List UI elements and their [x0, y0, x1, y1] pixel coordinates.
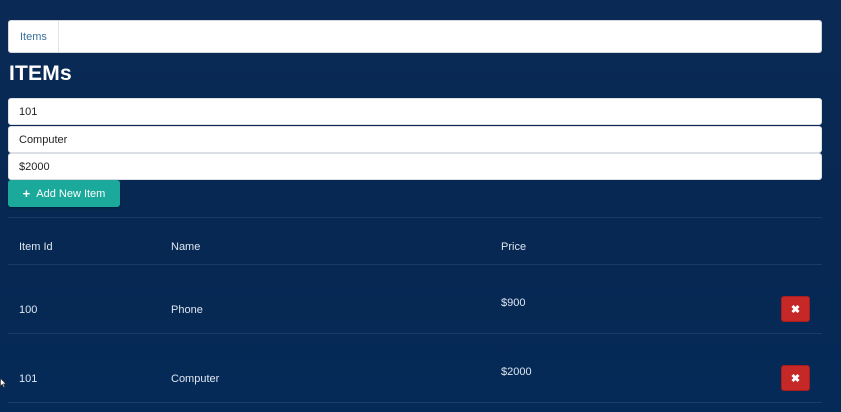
header-item-id: Item Id — [19, 241, 53, 253]
item-price-input[interactable] — [8, 153, 822, 180]
item-id-input[interactable] — [8, 98, 822, 125]
delete-button[interactable]: ✖ — [781, 365, 810, 391]
page-title: ITEMs — [9, 62, 72, 85]
row-name: Phone — [171, 304, 203, 316]
close-icon: ✖ — [790, 303, 801, 316]
row-price: $900 — [501, 297, 526, 309]
close-icon: ✖ — [790, 372, 801, 385]
header-price: Price — [501, 241, 527, 253]
row-item-id: 101 — [19, 373, 38, 385]
row-price: $2000 — [501, 366, 532, 378]
item-name-input[interactable] — [8, 126, 822, 153]
mouse-cursor-icon — [0, 378, 7, 388]
breadcrumb: Items — [8, 20, 822, 53]
add-new-item-label: Add New Item — [36, 187, 106, 200]
divider — [8, 217, 822, 218]
row-item-id: 100 — [19, 304, 38, 316]
breadcrumb-item-items[interactable]: Items — [9, 21, 59, 52]
header-name: Name — [171, 241, 201, 253]
plus-icon: + — [22, 186, 31, 201]
add-new-item-button[interactable]: + Add New Item — [8, 180, 120, 207]
delete-button[interactable]: ✖ — [781, 296, 810, 322]
divider — [8, 402, 822, 403]
divider — [8, 264, 822, 265]
row-name: Computer — [171, 373, 220, 385]
divider — [8, 333, 822, 334]
